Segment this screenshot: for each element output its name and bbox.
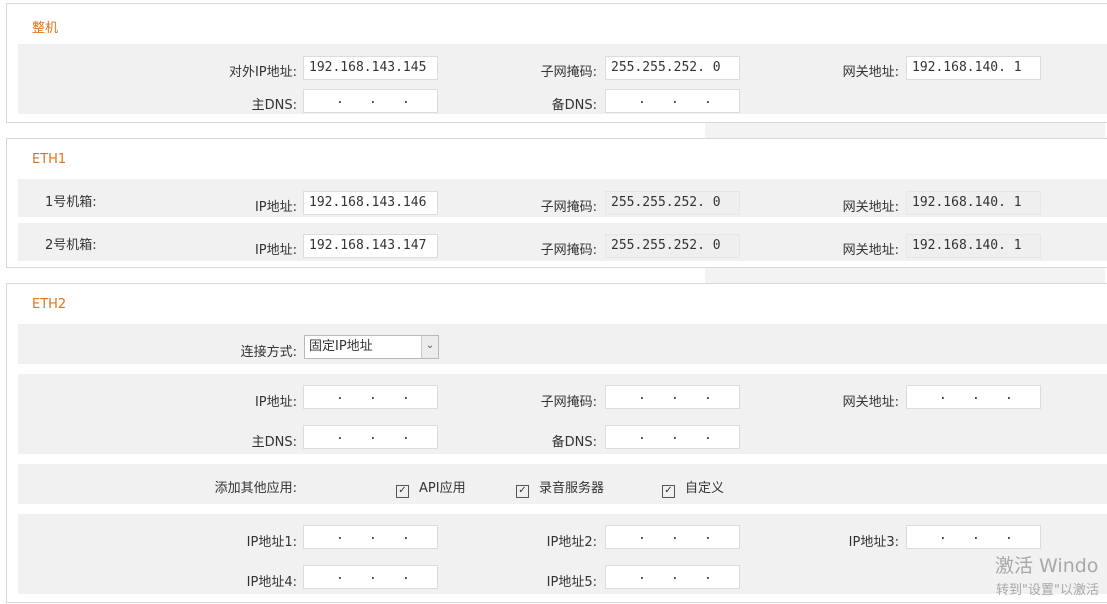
panel-title-eth2: ETH2	[32, 297, 67, 312]
chassis-2-subnet-label: 子网掩码:	[540, 243, 597, 258]
gateway-label: 网关地址:	[842, 65, 899, 80]
custom-label: 自定义	[685, 481, 725, 496]
connection-mode-value: 固定IP地址	[309, 339, 373, 354]
eth2-secondary-dns-field[interactable]: ...	[605, 425, 740, 449]
subnet-label: 子网掩码:	[540, 65, 597, 80]
eth2-panel: ETH2 连接方式: 固定IP地址 ⌄ IP地址: ... 子网掩码: ... …	[6, 283, 1107, 603]
eth2-primary-dns-label: 主DNS:	[251, 435, 297, 450]
chassis-1-gateway-field: 192.168.140. 1	[906, 191, 1041, 215]
connection-mode-label: 连接方式:	[240, 345, 297, 360]
whole-panel: 整机 对外IP地址: 192.168.143.145 子网掩码: 255.255…	[6, 3, 1107, 123]
recording-server-label: 录音服务器	[539, 481, 605, 496]
eth2-ip-label: IP地址:	[254, 395, 297, 410]
gateway-field[interactable]: 192.168.140. 1	[906, 56, 1041, 80]
secondary-dns-field[interactable]: ...	[605, 89, 740, 113]
chassis-2-gateway-field: 192.168.140. 1	[906, 234, 1041, 258]
external-ip-label: 对外IP地址:	[228, 65, 297, 80]
eth2-gateway-field[interactable]: ...	[906, 385, 1041, 409]
panel-title-eth1: ETH1	[32, 152, 67, 167]
activation-watermark-subtitle: 转到"设置"以激活	[996, 583, 1099, 598]
chassis-1-gateway-label: 网关地址:	[842, 200, 899, 215]
secondary-dns-label: 备DNS:	[551, 98, 597, 113]
eth2-secondary-dns-label: 备DNS:	[551, 435, 597, 450]
chassis-2-label: 2号机箱:	[45, 238, 97, 253]
eth2-subnet-label: 子网掩码:	[540, 395, 597, 410]
recording-server-checkbox[interactable]: ✓ 录音服务器	[516, 477, 605, 498]
chevron-down-icon[interactable]: ⌄	[421, 336, 438, 358]
chassis-1-subnet-label: 子网掩码:	[540, 200, 597, 215]
extra-ip-5-field[interactable]: ...	[605, 565, 740, 589]
eth1-panel: ETH1 1号机箱: IP地址: 192.168.143.146 子网掩码: 2…	[6, 138, 1107, 268]
primary-dns-label: 主DNS:	[251, 98, 297, 113]
api-app-label: API应用	[419, 481, 466, 496]
chassis-1-ip-label: IP地址:	[254, 200, 297, 215]
api-app-checkbox[interactable]: ✓ API应用	[396, 477, 466, 498]
extra-ip-2-label: IP地址2:	[546, 535, 597, 550]
checkbox-checked-icon: ✓	[516, 485, 529, 498]
chassis-2-gateway-label: 网关地址:	[842, 243, 899, 258]
chassis-2-ip-label: IP地址:	[254, 243, 297, 258]
activation-watermark-title: 激活 Windo	[995, 555, 1099, 577]
panel-title-whole: 整机	[32, 21, 59, 36]
eth2-gateway-label: 网关地址:	[842, 395, 899, 410]
checkbox-checked-icon: ✓	[662, 485, 675, 498]
apps-label: 添加其他应用:	[214, 481, 297, 496]
extra-ip-4-label: IP地址4:	[246, 575, 297, 590]
chassis-1-label: 1号机箱:	[45, 195, 97, 210]
extra-ip-5-label: IP地址5:	[546, 575, 597, 590]
checkbox-checked-icon: ✓	[396, 485, 409, 498]
extra-ip-1-label: IP地址1:	[246, 535, 297, 550]
extra-ip-3-label: IP地址3:	[848, 535, 899, 550]
connection-mode-select[interactable]: 固定IP地址 ⌄	[304, 335, 439, 359]
extra-ip-3-field[interactable]: ...	[906, 525, 1041, 549]
custom-checkbox[interactable]: ✓ 自定义	[662, 477, 725, 498]
